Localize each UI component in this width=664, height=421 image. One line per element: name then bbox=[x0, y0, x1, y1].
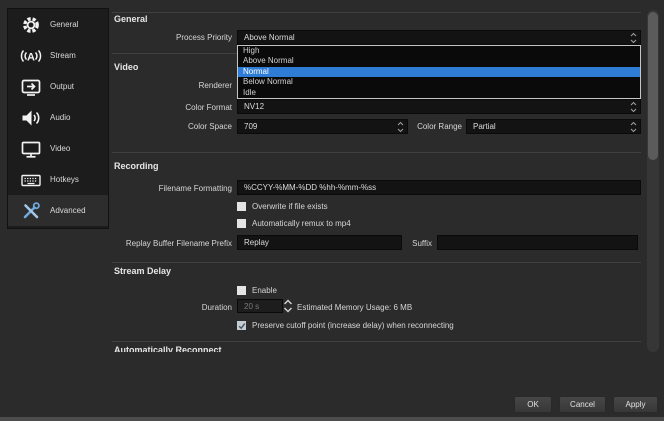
sidebar-item-general[interactable]: General bbox=[8, 9, 108, 40]
duration-spinbox[interactable]: 20 s bbox=[237, 299, 283, 313]
sidebar-item-label: Video bbox=[50, 144, 70, 153]
sidebar-item-hotkeys[interactable]: Hotkeys bbox=[8, 164, 108, 195]
video-section-title: Video bbox=[114, 62, 138, 72]
sidebar-item-label: Audio bbox=[50, 113, 70, 122]
dropdown-option-normal[interactable]: Normal bbox=[238, 67, 640, 77]
replay-prefix-label: Replay Buffer Filename Prefix bbox=[104, 239, 232, 248]
process-priority-combo[interactable]: Above Normal bbox=[237, 30, 641, 45]
sidebar-item-label: Advanced bbox=[50, 206, 86, 215]
recording-section-title: Recording bbox=[114, 161, 159, 171]
sidebar-item-output[interactable]: Output bbox=[8, 71, 108, 102]
color-format-value: NV12 bbox=[238, 102, 264, 111]
color-range-label: Color Range bbox=[342, 122, 462, 131]
stream-delay-enable-checkbox[interactable] bbox=[237, 286, 246, 295]
dropdown-option-high[interactable]: High bbox=[238, 46, 640, 56]
clipped-section: Automatically Reconnect bbox=[114, 345, 222, 352]
overwrite-checkbox-label: Overwrite if file exists bbox=[252, 202, 328, 211]
process-priority-value: Above Normal bbox=[238, 33, 295, 42]
stream-delay-section-title: Stream Delay bbox=[114, 266, 171, 276]
color-range-value: Partial bbox=[467, 122, 496, 131]
overwrite-checkbox[interactable] bbox=[237, 202, 246, 211]
settings-window: General A Stream Output bbox=[0, 0, 664, 421]
section-divider bbox=[112, 12, 641, 13]
process-priority-label: Process Priority bbox=[112, 33, 232, 42]
sidebar-item-label: Stream bbox=[50, 51, 76, 60]
combo-arrows-icon bbox=[630, 121, 640, 133]
speaker-icon bbox=[20, 107, 42, 129]
section-divider bbox=[112, 262, 641, 263]
antenna-icon: A bbox=[20, 45, 42, 67]
section-divider bbox=[112, 152, 641, 153]
filename-formatting-label: Filename Formatting bbox=[112, 184, 232, 193]
color-format-label: Color Format bbox=[112, 103, 232, 112]
output-monitor-icon bbox=[20, 76, 42, 98]
filename-formatting-value: %CCYY-%MM-%DD %hh-%mm-%ss bbox=[238, 183, 376, 192]
automatically-reconnect-title: Automatically Reconnect bbox=[114, 345, 222, 352]
duration-spinner-arrows-icon[interactable] bbox=[283, 299, 293, 313]
suffix-input[interactable] bbox=[437, 235, 638, 250]
scrollbar-track[interactable] bbox=[647, 10, 659, 352]
duration-value: 20 s bbox=[238, 302, 259, 311]
preserve-cutoff-label: Preserve cutoff point (increase delay) w… bbox=[252, 321, 454, 330]
preserve-cutoff-checkbox[interactable] bbox=[237, 321, 246, 330]
estimated-memory-text: Estimated Memory Usage: 6 MB bbox=[297, 303, 412, 312]
sidebar-item-video[interactable]: Video bbox=[8, 133, 108, 164]
scrollbar-thumb[interactable] bbox=[648, 12, 658, 160]
color-format-combo[interactable]: NV12 bbox=[237, 99, 641, 114]
section-divider bbox=[112, 341, 641, 342]
replay-prefix-value: Replay bbox=[238, 238, 269, 247]
stream-delay-enable-label: Enable bbox=[252, 286, 277, 295]
monitor-icon bbox=[20, 138, 42, 160]
filename-formatting-input[interactable]: %CCYY-%MM-%DD %hh-%mm-%ss bbox=[237, 180, 641, 195]
dropdown-option-above-normal[interactable]: Above Normal bbox=[238, 56, 640, 66]
window-bottom-edge bbox=[0, 417, 664, 421]
process-priority-dropdown: High Above Normal Normal Below Normal Id… bbox=[237, 45, 641, 99]
remux-checkbox-label: Automatically remux to mp4 bbox=[252, 219, 351, 228]
keyboard-icon bbox=[20, 169, 42, 191]
combo-arrows-icon bbox=[630, 101, 640, 113]
tools-icon bbox=[20, 200, 42, 222]
gear-icon bbox=[20, 14, 42, 36]
cancel-button[interactable]: Cancel bbox=[559, 396, 606, 413]
sidebar-item-label: Output bbox=[50, 82, 74, 91]
sidebar-item-advanced[interactable]: Advanced bbox=[8, 195, 108, 226]
color-space-label: Color Space bbox=[112, 122, 232, 131]
renderer-label: Renderer bbox=[112, 81, 232, 90]
check-icon bbox=[238, 322, 246, 330]
dropdown-option-idle[interactable]: Idle bbox=[238, 88, 640, 98]
sidebar-item-label: Hotkeys bbox=[50, 175, 79, 184]
ok-button[interactable]: OK bbox=[514, 396, 552, 413]
remux-checkbox[interactable] bbox=[237, 219, 246, 228]
svg-text:A: A bbox=[27, 51, 35, 63]
duration-label: Duration bbox=[112, 303, 232, 312]
sidebar-item-label: General bbox=[50, 20, 78, 29]
sidebar-item-audio[interactable]: Audio bbox=[8, 102, 108, 133]
color-space-value: 709 bbox=[238, 122, 257, 131]
combo-arrows-icon bbox=[630, 32, 640, 44]
settings-sidebar: General A Stream Output bbox=[7, 8, 109, 229]
color-range-combo[interactable]: Partial bbox=[466, 119, 641, 134]
sidebar-item-stream[interactable]: A Stream bbox=[8, 40, 108, 71]
suffix-label: Suffix bbox=[352, 239, 432, 248]
apply-button[interactable]: Apply bbox=[613, 396, 658, 413]
dropdown-option-below-normal[interactable]: Below Normal bbox=[238, 77, 640, 87]
general-section-title: General bbox=[114, 14, 148, 24]
